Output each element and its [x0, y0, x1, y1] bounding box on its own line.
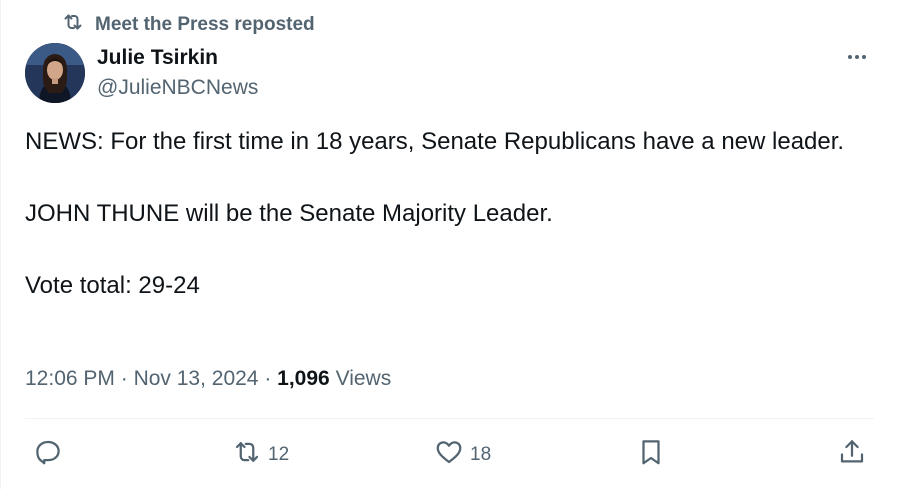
author-block: Julie Tsirkin @JulieNBCNews: [97, 44, 258, 102]
bookmark-icon: [636, 437, 666, 473]
tweet-text-line: JOHN THUNE will be the Senate Majority L…: [25, 200, 553, 227]
heart-icon: [434, 437, 464, 473]
reply-icon: [33, 437, 63, 473]
repost-banner[interactable]: Meet the Press reposted: [61, 12, 315, 38]
reply-button[interactable]: [33, 436, 69, 474]
profile-photo: [25, 43, 85, 103]
action-bar: 12 18: [1, 436, 898, 474]
like-count: 18: [470, 444, 492, 465]
tweet-text-line: Vote total: 29-24: [25, 272, 200, 299]
views-label: Views: [329, 367, 392, 390]
author-name[interactable]: Julie Tsirkin: [97, 44, 258, 72]
meta-separator: ·: [114, 367, 134, 390]
tweet-date[interactable]: Nov 13, 2024: [134, 367, 259, 390]
author-handle[interactable]: @JulieNBCNews: [97, 74, 258, 102]
avatar[interactable]: [25, 43, 85, 103]
views-count[interactable]: 1,096: [277, 367, 330, 390]
repost-icon: [232, 437, 262, 473]
share-icon: [837, 437, 867, 473]
repost-icon: [61, 10, 85, 40]
tweet-text: NEWS: For the first time in 18 years, Se…: [25, 124, 865, 304]
tweet-card: Meet the Press reposted Julie Tsirkin @J…: [0, 0, 898, 489]
repost-banner-text: Meet the Press reposted: [95, 14, 315, 35]
repost-button[interactable]: 12: [232, 436, 289, 474]
repost-count: 12: [268, 444, 290, 465]
like-button[interactable]: 18: [434, 436, 491, 474]
more-horizontal-icon: [845, 45, 869, 74]
tweet-text-line: NEWS: For the first time in 18 years, Se…: [25, 128, 845, 155]
more-button[interactable]: [842, 44, 872, 74]
tweet-meta: 12:06 PM · Nov 13, 2024 · 1,096 Views: [25, 364, 391, 394]
share-button[interactable]: [837, 436, 867, 474]
bookmark-button[interactable]: [636, 436, 666, 474]
divider: [25, 418, 874, 419]
tweet-time[interactable]: 12:06 PM: [25, 367, 115, 390]
meta-separator: ·: [258, 367, 278, 390]
